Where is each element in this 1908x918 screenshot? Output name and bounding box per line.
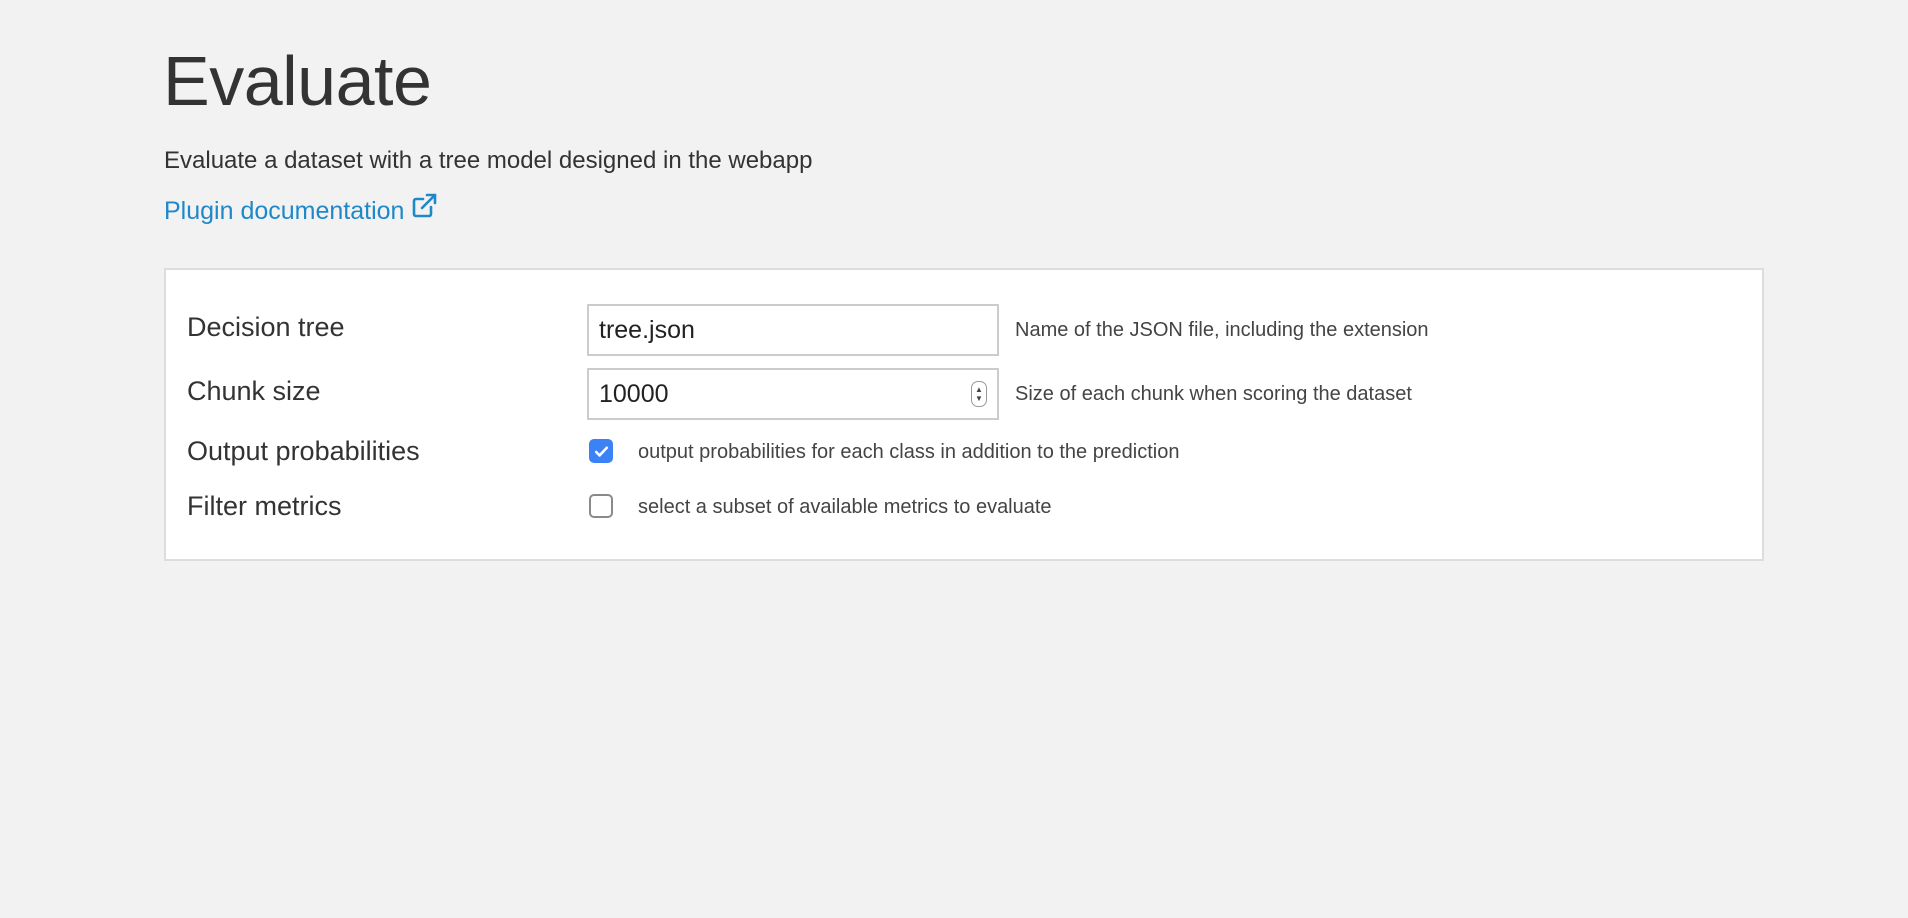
- output-probabilities-checkbox[interactable]: [589, 439, 613, 463]
- chunk-size-input[interactable]: [587, 368, 999, 420]
- filter-metrics-label: Filter metrics: [187, 491, 342, 521]
- page-title: Evaluate: [163, 42, 432, 120]
- external-link-icon: [410, 192, 438, 229]
- decision-tree-input[interactable]: [587, 304, 999, 356]
- filter-metrics-text: select a subset of available metrics to …: [638, 496, 1052, 518]
- stepper-down-icon[interactable]: ▼: [975, 394, 983, 403]
- page: Evaluate Evaluate a dataset with a tree …: [0, 0, 1908, 918]
- decision-tree-label: Decision tree: [187, 312, 345, 342]
- filter-metrics-checkbox[interactable]: [589, 494, 613, 518]
- form-panel: Decision tree Name of the JSON file, inc…: [164, 268, 1764, 561]
- stepper-up-icon[interactable]: ▲: [975, 385, 983, 394]
- checkmark-icon: [594, 446, 608, 457]
- output-probabilities-text: output probabilities for each class in a…: [638, 441, 1180, 463]
- chunk-size-label: Chunk size: [187, 376, 321, 406]
- plugin-documentation-link[interactable]: Plugin documentation: [164, 192, 438, 229]
- page-description: Evaluate a dataset with a tree model des…: [164, 147, 813, 174]
- output-probabilities-label: Output probabilities: [187, 436, 420, 466]
- decision-tree-help: Name of the JSON file, including the ext…: [1015, 319, 1429, 341]
- plugin-documentation-label: Plugin documentation: [164, 196, 405, 225]
- chunk-size-help: Size of each chunk when scoring the data…: [1015, 383, 1412, 405]
- chunk-size-stepper[interactable]: ▲ ▼: [971, 381, 987, 407]
